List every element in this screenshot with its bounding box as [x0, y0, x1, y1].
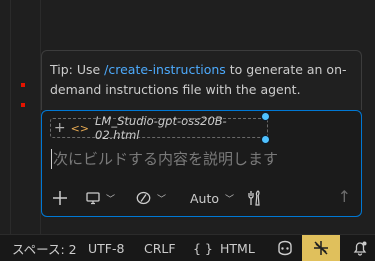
language-brackets-icon: { } — [193, 240, 213, 256]
add-context-icon[interactable]: + — [51, 120, 69, 136]
copilot-icon — [278, 240, 292, 256]
gutter-divider — [10, 0, 11, 234]
send-button[interactable]: ↑ — [338, 187, 351, 206]
language-status[interactable]: HTML — [220, 235, 255, 261]
arrow-up-icon: ↑ — [337, 187, 351, 206]
error-marker — [21, 103, 25, 107]
create-instructions-link[interactable]: /create-instructions — [104, 62, 226, 77]
resize-handle[interactable] — [261, 112, 270, 121]
debug-status-button[interactable] — [302, 235, 340, 261]
html-file-icon: <> — [70, 121, 90, 135]
status-bar: スペース: 2 UTF-8 CRLF { } HTML — [0, 234, 375, 261]
monitor-icon — [86, 192, 100, 205]
error-marker — [21, 83, 25, 87]
resize-handle[interactable] — [261, 135, 270, 144]
chat-input-panel: + <> LM_Studio-gpt-oss20B-02.html 次にビルドす… — [41, 110, 362, 217]
chat-toolbar: ﹀ ﹀ Auto ﹀ ↑ — [42, 185, 361, 211]
model-picker[interactable]: Auto ﹀ — [190, 188, 234, 208]
context-file-name: LM_Studio-gpt-oss20B-02.html — [95, 114, 227, 142]
mode-picker[interactable]: ﹀ — [136, 188, 166, 208]
chevron-down-icon: ﹀ — [106, 194, 116, 205]
tools-icon — [248, 190, 260, 206]
context-file-chip[interactable]: + <> LM_Studio-gpt-oss20B-02.html — [50, 114, 268, 142]
model-label: Auto — [190, 190, 220, 206]
bell-icon — [353, 241, 367, 256]
agent-mode-icon — [136, 191, 151, 205]
tip-prefix: Tip: Use — [50, 62, 105, 77]
copilot-button[interactable] — [274, 235, 296, 261]
indentation-status[interactable]: スペース: 2 — [12, 235, 77, 261]
encoding-status[interactable]: UTF-8 — [88, 235, 124, 261]
notifications-button[interactable] — [350, 235, 370, 261]
no-debug-icon — [314, 241, 328, 255]
device-picker[interactable]: ﹀ — [86, 188, 115, 208]
chat-input[interactable]: 次にビルドする内容を説明します — [51, 149, 278, 169]
chevron-down-icon: ﹀ — [157, 194, 167, 205]
plus-icon — [53, 191, 67, 205]
chevron-down-icon: ﹀ — [225, 194, 235, 205]
add-button[interactable] — [52, 188, 68, 208]
chat-tip: Tip: Use /create-instructions to generat… — [41, 50, 362, 110]
tools-button[interactable] — [247, 188, 263, 208]
eol-status[interactable]: CRLF — [144, 235, 176, 261]
